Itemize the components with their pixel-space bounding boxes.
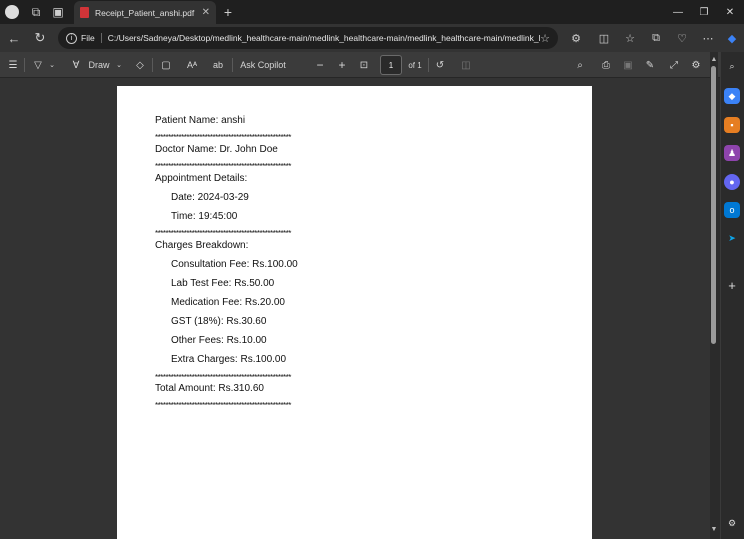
url-path[interactable]: C:/Users/Sadneya/Desktop/medlink_healthc… [108,33,540,43]
search-icon[interactable]: ⌕ [572,52,588,78]
toolbar-divider [428,58,429,72]
page-view-icon[interactable]: ▢ [158,52,174,78]
zoom-in-icon[interactable]: + [334,52,350,78]
info-icon[interactable]: i [66,32,77,44]
settings-gear-icon[interactable]: ⚙ [688,52,704,78]
address-bar[interactable]: i File C:/Users/Sadneya/Desktop/medlink_… [58,27,558,49]
draw-button[interactable]: Draw [86,52,112,78]
highlight-icon[interactable]: ▽ [30,52,46,78]
url-scheme-label: File [81,33,102,43]
tab-title: Receipt_Patient_anshi.pdf [95,7,195,18]
health-heart-icon[interactable]: ♡ [670,24,694,52]
lab-test-fee: Lab Test Fee: Rs.50.00 [171,278,275,289]
scrollbar-thumb[interactable] [711,66,716,344]
scroll-down-arrow-icon[interactable]: ▼ [710,524,718,534]
separator-line: ****************************************… [155,373,291,382]
back-arrow-icon[interactable]: ← [2,24,26,52]
separator-line: ****************************************… [155,229,291,238]
pdf-page: Patient Name: anshi ********************… [117,86,592,539]
sidebar-games-icon[interactable]: ♟ [724,145,740,161]
medication-fee: Medication Fee: Rs.20.00 [171,297,285,308]
workspaces-icon[interactable]: ⧉ [24,0,48,24]
sidebar-add-icon[interactable]: + [724,277,740,293]
ask-copilot-button[interactable]: Ask Copilot [240,52,286,78]
fit-to-page-icon[interactable]: ⊡ [356,52,372,78]
highlight-dropdown-icon[interactable]: ⌄ [46,52,58,78]
separator-line: ****************************************… [155,133,291,142]
gst-charge: GST (18%): Rs.30.60 [171,316,267,327]
toolbar-divider [152,58,153,72]
sidebar-search-icon[interactable]: ⌕ [724,58,740,74]
refresh-icon[interactable]: ↻ [28,24,52,52]
consultation-fee: Consultation Fee: Rs.100.00 [171,259,298,270]
toolbar-divider [24,58,25,72]
toolbar-divider [232,58,233,72]
total-amount: Total Amount: Rs.310.60 [155,383,264,394]
sidebar-send-icon[interactable]: ➤ [724,230,740,246]
translate-icon[interactable]: ab [210,52,226,78]
zoom-out-icon[interactable]: − [312,52,328,78]
patient-name: Patient Name: anshi [155,115,246,126]
split-screen-icon[interactable]: ◫ [592,24,616,52]
tab-receipt-pdf[interactable]: Receipt_Patient_anshi.pdf ✕ [74,1,216,24]
appointment-date: Date: 2024-03-29 [171,192,249,203]
contents-list-icon[interactable]: ☰ [4,52,22,78]
other-fees: Other Fees: Rs.10.00 [171,335,267,346]
save-as-icon[interactable]: ✎ [642,52,658,78]
minimize-button[interactable]: — [664,0,692,24]
draw-icon[interactable]: ∀ [68,52,84,78]
pdf-file-icon [80,7,89,18]
read-aloud-icon[interactable]: Aᴬ [184,52,200,78]
fullscreen-icon[interactable]: ⤢ [666,52,682,78]
extra-charges: Extra Charges: Rs.100.00 [171,354,287,365]
page-total-label: of 1 [408,60,422,70]
page-number-input[interactable]: 1 [380,55,402,75]
sidebar-shopping-icon[interactable]: ◆ [724,88,740,104]
new-tab-button[interactable]: + [218,0,238,24]
tab-actions-icon[interactable]: ▣ [46,0,70,24]
tab-close-button[interactable]: ✕ [202,7,210,18]
print-icon[interactable]: ⎙ [598,52,614,78]
save-icon[interactable]: ▣ [620,52,636,78]
close-window-button[interactable]: ✕ [716,0,744,24]
sidebar-tools-icon[interactable]: ▪ [724,117,740,133]
appointment-heading: Appointment Details: [155,173,248,184]
separator-line: ****************************************… [155,401,291,410]
draw-dropdown-icon[interactable]: ⌄ [114,52,124,78]
collections-icon[interactable]: ⧉ [644,24,668,52]
scroll-up-arrow-icon[interactable]: ▲ [710,54,718,64]
doctor-name: Doctor Name: Dr. John Doe [155,144,278,155]
sidebar-copilot-icon[interactable]: ● [724,174,740,190]
more-options-icon[interactable]: ⋯ [696,24,720,52]
rotate-icon[interactable]: ↺ [432,52,448,78]
sidebar-outlook-icon[interactable]: o [724,202,740,218]
two-page-view-icon[interactable]: ◫ [458,52,474,78]
favorites-icon[interactable]: ☆ [618,24,642,52]
profile-avatar-icon[interactable] [0,0,24,24]
copilot-icon[interactable]: ◆ [720,24,744,52]
appointment-time: Time: 19:45:00 [171,211,238,222]
charges-heading: Charges Breakdown: [155,240,249,251]
eraser-icon[interactable]: ◇ [132,52,148,78]
separator-line: ****************************************… [155,162,291,171]
restore-button[interactable]: ❐ [690,0,718,24]
favorite-star-icon[interactable]: ☆ [540,32,550,45]
sidebar-settings-icon[interactable]: ⚙ [724,515,740,531]
extensions-icon[interactable]: ⚙ [564,24,588,52]
